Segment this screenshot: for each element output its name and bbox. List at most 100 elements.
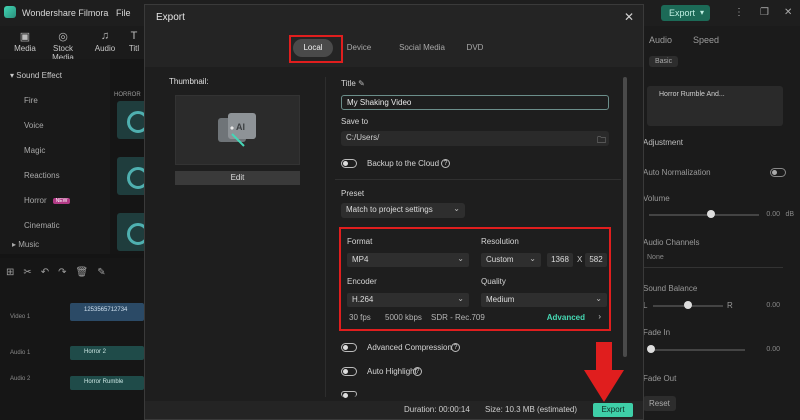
chevron-down-icon: ⌄ [453,204,460,213]
export-dialog: Export ✕ Local Device Social Media DVD T… [144,4,644,420]
sidebar-item-reactions[interactable]: Reactions [24,171,60,180]
balance-value[interactable]: 0.00 [766,302,780,309]
track-label-audio2: Audio 2 [10,376,31,382]
tool-tabs: ▣ Media ◎ Stock Media ♫ Audio T Titl [0,26,144,62]
chevron-down-icon: ⌄ [595,294,602,303]
volume-label: Volume [643,194,670,203]
timeline-panel: ⊞✂↶↷🗑✎ Video 1 Audio 1 Audio 2 [0,258,144,420]
fade-in-slider[interactable] [647,345,745,353]
fps-value: 30 fps [349,313,371,322]
tab-audio-props[interactable]: Audio [649,35,672,45]
svg-text:AI: AI [236,122,245,132]
track-label-audio1: Audio 1 [10,350,31,356]
sidebar-item-cinematic[interactable]: Cinematic [24,221,60,230]
ai-edit-icon[interactable]: ✎ [358,79,365,88]
video-clip[interactable]: 1253565712734 [70,303,144,321]
sidebar-item-music[interactable]: ▸ Music [12,240,39,249]
audio-clip[interactable]: Horror 2 [70,346,144,360]
tab-social-media[interactable]: Social Media [391,39,453,57]
adjustment-heading: Adjustment [643,138,684,147]
format-select[interactable]: MP4 ⌄ [347,253,469,267]
help-icon[interactable]: ? [441,159,450,168]
help-icon[interactable]: ? [413,367,422,376]
balance-right-label: R [727,301,733,310]
tab-audio[interactable]: ♫ Audio [86,30,124,53]
bitrate-value: 5000 kbps [385,313,422,322]
divider [325,77,326,397]
tab-device[interactable]: Device [339,39,379,57]
duration-text: Duration: 00:00:14 [404,405,470,414]
track-label-video1: Video 1 [10,314,31,320]
folder-icon[interactable]: 🗀 [597,133,606,149]
close-icon[interactable]: ✕ [624,10,634,24]
encoder-select[interactable]: H.264 ⌄ [347,293,469,307]
top-export-button[interactable]: Export ▾ [661,5,710,21]
tab-media[interactable]: ▣ Media [6,30,44,53]
save-to-input[interactable]: C:/Users/ [341,131,609,146]
format-settings-box: Format MP4 ⌄ Resolution Custom ⌄ 1368 X 58… [339,227,611,331]
properties-panel: Audio Speed Basic Horror Rumble And... A… [637,26,800,420]
resolution-width-input[interactable]: 1368 [547,253,573,267]
tab-dvd[interactable]: DVD [457,39,493,57]
reset-button[interactable]: Reset [643,396,676,411]
title-label: Title ✎ [341,79,365,88]
volume-value[interactable]: 0.00 [766,211,780,218]
quality-select[interactable]: Medium ⌄ [481,293,607,307]
sidebar-item-horror[interactable]: Horror NEW [24,196,71,205]
format-label: Format [347,237,373,246]
titles-icon: T [130,30,138,42]
auto-normalization-toggle[interactable] [770,168,786,177]
advanced-link[interactable]: Advanced [547,313,585,322]
red-arrow-annotation [584,342,624,402]
encoder-label: Encoder [347,277,377,286]
resolution-x: X [577,255,583,264]
balance-knob[interactable] [684,301,692,309]
sidebar-item-voice[interactable]: Voice [24,121,44,130]
sidebar-item-magic[interactable]: Magic [24,146,45,155]
resolution-height-input[interactable]: 582 [585,253,607,267]
fade-in-knob[interactable] [647,345,655,353]
top-export-label: Export [669,8,696,18]
resolution-label: Resolution [481,237,519,246]
sound-effect-sidebar: ▾ Sound Effect Fire Voice Magic Reaction… [0,59,110,254]
filmora-logo-icon [4,6,16,18]
backup-cloud-toggle[interactable] [341,159,357,168]
sidebar-item-fire[interactable]: Fire [24,96,38,105]
edit-thumbnail-button[interactable]: Edit [175,171,300,185]
dialog-scrollbar[interactable] [623,77,627,357]
tab-speed[interactable]: Speed [693,35,719,45]
title-input[interactable] [341,95,609,110]
balance-slider[interactable] [653,301,723,309]
new-badge: NEW [52,197,71,204]
chevron-down-icon: ⌄ [457,294,464,303]
chevron-right-icon: › [598,312,601,321]
fade-out-label: Fade Out [643,374,677,383]
tab-stock-media[interactable]: ◎ Stock Media [44,30,82,62]
volume-slider[interactable] [649,210,759,218]
fade-in-label: Fade In [643,328,671,337]
export-button[interactable]: Export [593,403,633,417]
close-window-icon[interactable]: ✕ [784,7,792,18]
basic-chip[interactable]: Basic [649,56,679,67]
tab-titles[interactable]: T Titl [124,30,144,53]
size-text: Size: 10.3 MB (estimated) [485,405,578,414]
divider [335,179,621,180]
help-icon[interactable]: ? [451,343,460,352]
preset-select[interactable]: Match to project settings ⌄ [341,203,465,218]
fade-in-value[interactable]: 0.00 [766,346,780,353]
thumbnail-preview: AI [175,95,300,165]
timeline-toolbar: ⊞✂↶↷🗑✎ [6,267,115,278]
sidebar-header-sound-effect[interactable]: ▾ Sound Effect [10,71,62,80]
dialog-title: Export [156,12,185,23]
maximize-icon[interactable]: ❐ [760,7,769,18]
auto-highlight-toggle[interactable] [341,367,357,376]
audio-channels-select[interactable]: None [643,254,783,268]
partial-toggle[interactable] [341,391,357,398]
more-icon[interactable]: ⋮ [734,7,744,18]
ai-thumbnail-icon: AI [218,113,256,147]
menu-file[interactable]: File [116,8,131,18]
audio-clip[interactable]: Horror Rumble [70,376,144,390]
advanced-compression-toggle[interactable] [341,343,357,352]
volume-knob[interactable] [707,210,715,218]
resolution-select[interactable]: Custom ⌄ [481,253,541,267]
